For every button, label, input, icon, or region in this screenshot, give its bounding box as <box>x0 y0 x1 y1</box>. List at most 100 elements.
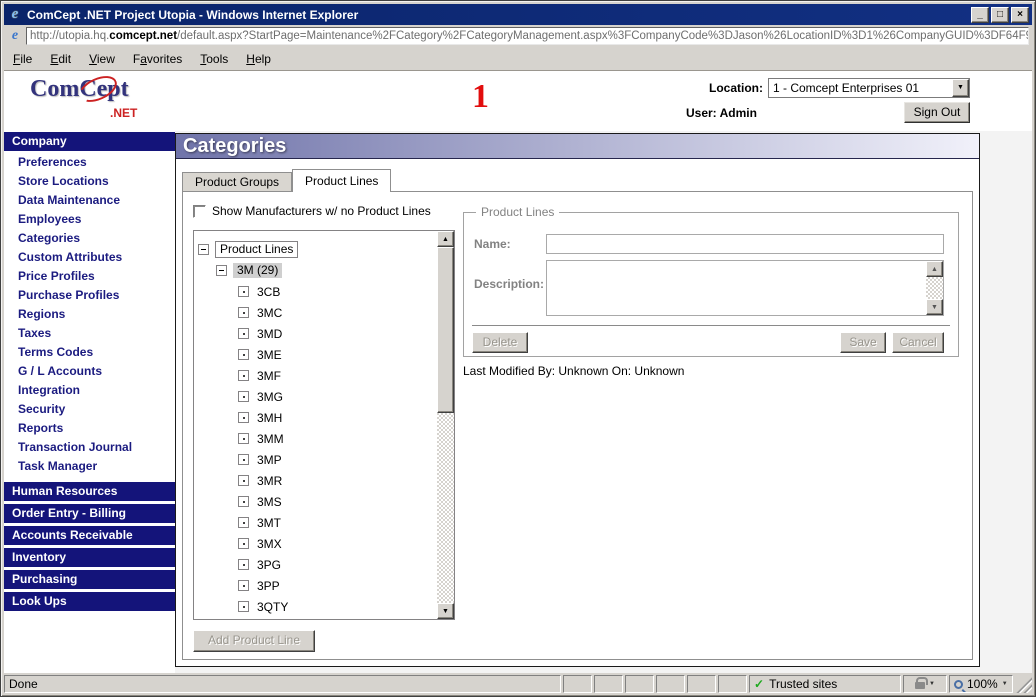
maximize-button[interactable]: □ <box>991 6 1009 23</box>
tree-leaf-label[interactable]: 3PG <box>257 558 281 572</box>
location-select[interactable]: 1 - Comcept Enterprises 01 ▼ <box>768 78 970 98</box>
tree-leaf-row[interactable]: 3MX <box>194 533 437 554</box>
menu-item[interactable]: Favorites <box>124 49 191 69</box>
close-button[interactable]: × <box>1011 6 1029 23</box>
collapse-icon[interactable] <box>198 244 209 255</box>
cancel-button[interactable]: Cancel <box>892 332 944 353</box>
tree-leaf-row[interactable]: 3MD <box>194 323 437 344</box>
tree-group-row-selected[interactable]: 3M (29) <box>194 260 437 281</box>
tree-leaf-row[interactable]: 3CB <box>194 281 437 302</box>
tree-leaf-row[interactable]: 3MM <box>194 428 437 449</box>
tree-leaf-row[interactable]: 3MT <box>194 512 437 533</box>
name-field[interactable] <box>546 234 944 254</box>
leaf-node-icon[interactable] <box>238 517 249 528</box>
tree-leaf-label[interactable]: 3MH <box>257 411 282 425</box>
tab-product-groups[interactable]: Product Groups <box>182 172 293 191</box>
sidebar-section-header[interactable]: Purchasing <box>4 570 175 589</box>
sidebar-item[interactable]: Purchase Profiles <box>4 286 175 305</box>
leaf-node-icon[interactable] <box>238 454 249 465</box>
sidebar-item[interactable]: Employees <box>4 210 175 229</box>
tree-root-label[interactable]: Product Lines <box>215 241 299 258</box>
leaf-node-icon[interactable] <box>238 286 249 297</box>
scroll-up-icon[interactable]: ▲ <box>926 261 943 277</box>
tree-leaf-label[interactable]: 3MX <box>257 537 282 551</box>
tree-group-label[interactable]: 3M (29) <box>233 263 283 278</box>
tree-leaf-label[interactable]: 3MD <box>257 327 282 341</box>
tree-leaf-row[interactable]: 3MG <box>194 386 437 407</box>
scrollbar-thumb[interactable] <box>437 247 454 413</box>
scroll-up-icon[interactable]: ▲ <box>437 231 454 247</box>
scroll-down-icon[interactable]: ▼ <box>926 299 943 315</box>
tree-root-row[interactable]: Product Lines <box>194 239 437 260</box>
sidebar-item[interactable]: Regions <box>4 305 175 324</box>
protected-mode-cell[interactable]: ▼ <box>903 675 947 693</box>
tree-leaf-label[interactable]: 3MT <box>257 516 281 530</box>
url-input[interactable]: http://utopia.hq.comcept.net/default.asp… <box>26 27 1029 45</box>
description-field[interactable]: ▲ ▼ <box>546 260 944 316</box>
menu-item[interactable]: Help <box>237 49 280 69</box>
tree-scrollbar[interactable]: ▲ ▼ <box>437 231 454 619</box>
minimize-button[interactable]: _ <box>971 6 989 23</box>
leaf-node-icon[interactable] <box>238 328 249 339</box>
leaf-node-icon[interactable] <box>238 496 249 507</box>
sidebar-section-company[interactable]: Company <box>4 132 175 151</box>
menu-item[interactable]: Tools <box>191 49 237 69</box>
dropdown-arrow-icon[interactable]: ▼ <box>1002 681 1008 687</box>
menu-item[interactable]: File <box>4 49 41 69</box>
sidebar-section-header[interactable]: Inventory <box>4 548 175 567</box>
tree-leaf-row[interactable]: 3PG <box>194 554 437 575</box>
tree-leaf-row[interactable]: 3MP <box>194 449 437 470</box>
sidebar-item[interactable]: G / L Accounts <box>4 362 175 381</box>
leaf-node-icon[interactable] <box>238 601 249 612</box>
leaf-node-icon[interactable] <box>238 349 249 360</box>
scroll-down-icon[interactable]: ▼ <box>437 603 454 619</box>
tree-leaf-label[interactable]: 3MC <box>257 306 282 320</box>
sidebar-item[interactable]: Data Maintenance <box>4 191 175 210</box>
tree-leaf-row[interactable]: 3QTY <box>194 596 437 617</box>
tree-leaf-row[interactable]: 3MH <box>194 407 437 428</box>
show-manufacturers-checkbox[interactable] <box>193 204 206 218</box>
sidebar-section-header[interactable]: Order Entry - Billing <box>4 504 175 523</box>
tab-product-lines[interactable]: Product Lines <box>292 169 392 192</box>
tree-leaf-label[interactable]: 3MR <box>257 474 282 488</box>
tree-leaf-label[interactable]: 3MS <box>257 495 282 509</box>
tree-leaf-label[interactable]: 3PP <box>257 579 280 593</box>
leaf-node-icon[interactable] <box>238 412 249 423</box>
delete-button[interactable]: Delete <box>472 332 528 353</box>
tree-leaf-row[interactable]: 3MC <box>194 302 437 323</box>
sidebar-item[interactable]: Custom Attributes <box>4 248 175 267</box>
sidebar-section-header[interactable]: Accounts Receivable <box>4 526 175 545</box>
leaf-node-icon[interactable] <box>238 370 249 381</box>
sidebar-section-header[interactable]: Look Ups <box>4 592 175 611</box>
tree-leaf-row[interactable]: 3PP <box>194 575 437 596</box>
sidebar-item[interactable]: Integration <box>4 381 175 400</box>
tree-leaf-label[interactable]: 3QTY <box>257 600 288 614</box>
sidebar-item[interactable]: Categories <box>4 229 175 248</box>
sidebar-item[interactable]: Taxes <box>4 324 175 343</box>
sidebar-item[interactable]: Terms Codes <box>4 343 175 362</box>
zoom-control[interactable]: 100% ▼ <box>949 675 1013 693</box>
tree-leaf-row[interactable]: 3MS <box>194 491 437 512</box>
tree-leaf-label[interactable]: 3ME <box>257 348 282 362</box>
dropdown-arrow-icon[interactable]: ▼ <box>929 681 935 687</box>
leaf-node-icon[interactable] <box>238 559 249 570</box>
add-product-line-button[interactable]: Add Product Line <box>193 630 315 652</box>
sidebar-item[interactable]: Task Manager <box>4 457 175 476</box>
leaf-node-icon[interactable] <box>238 433 249 444</box>
location-dropdown-icon[interactable]: ▼ <box>952 79 969 97</box>
leaf-node-icon[interactable] <box>238 580 249 591</box>
menu-item[interactable]: Edit <box>41 49 80 69</box>
sidebar-item[interactable]: Reports <box>4 419 175 438</box>
description-scrollbar[interactable]: ▲ ▼ <box>926 261 943 315</box>
tree-leaf-row[interactable]: 3ME <box>194 344 437 365</box>
sidebar-item[interactable]: Transaction Journal <box>4 438 175 457</box>
resize-grip[interactable] <box>1015 675 1032 693</box>
leaf-node-icon[interactable] <box>238 538 249 549</box>
tree-leaf-label[interactable]: 3CB <box>257 285 280 299</box>
sidebar-item[interactable]: Store Locations <box>4 172 175 191</box>
tree-leaf-label[interactable]: 3MF <box>257 369 281 383</box>
leaf-node-icon[interactable] <box>238 391 249 402</box>
sign-out-button[interactable]: Sign Out <box>904 102 970 123</box>
tree-leaf-row[interactable]: 3MF <box>194 365 437 386</box>
leaf-node-icon[interactable] <box>238 307 249 318</box>
